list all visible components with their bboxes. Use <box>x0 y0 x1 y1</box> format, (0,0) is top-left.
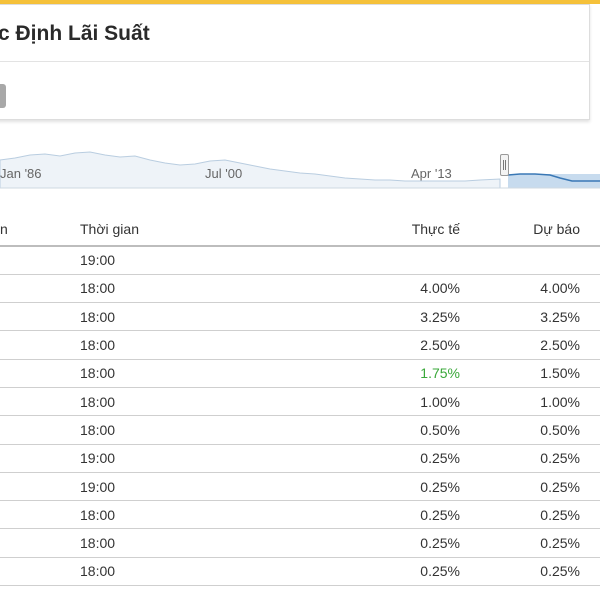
row-date-cell <box>0 302 80 332</box>
row-forecast-cell <box>460 246 580 275</box>
column-header-forecast[interactable]: Dự báo <box>460 213 580 247</box>
row-previous-cell <box>580 246 600 275</box>
row-forecast-cell: 0.25% <box>460 472 580 502</box>
row-actual-cell: 2.50% <box>280 330 460 360</box>
table-row[interactable]: 18:00 4.00% 4.00% <box>0 274 600 304</box>
row-actual-cell: 0.25% <box>280 500 460 530</box>
row-forecast-cell: 1.50% <box>460 359 580 388</box>
navigator-series <box>0 151 600 189</box>
row-forecast-cell: 3.25% <box>460 302 580 332</box>
row-previous-cell <box>580 528 600 558</box>
row-time-cell: 18:00 <box>80 359 280 388</box>
history-table: n Thời gian Thực tế Dự báo 19:00 18:00 4.0… <box>0 213 600 587</box>
history-table-container: n Thời gian Thực tế Dự báo 19:00 18:00 4.0… <box>0 213 600 587</box>
row-forecast-cell: 0.50% <box>460 415 580 445</box>
row-previous-cell <box>580 330 600 360</box>
table-row[interactable]: 18:00 2.50% 2.50% <box>0 330 600 360</box>
row-previous-cell <box>580 302 600 332</box>
row-time-cell: 18:00 <box>80 415 280 445</box>
table-row[interactable]: 18:00 1.75% 1.50% <box>0 359 600 388</box>
column-header-previous <box>580 213 600 247</box>
table-row[interactable]: 19:00 <box>0 246 600 275</box>
row-time-cell: 18:00 <box>80 274 280 304</box>
row-actual-cell: 1.75% <box>280 359 460 388</box>
row-date-cell <box>0 472 80 502</box>
row-time-cell: 19:00 <box>80 444 280 473</box>
row-previous-cell <box>580 444 600 473</box>
row-actual-cell: 0.25% <box>280 444 460 473</box>
row-actual-cell: 3.25% <box>280 302 460 332</box>
row-forecast-cell: 2.50% <box>460 330 580 360</box>
table-row[interactable]: 18:00 1.00% 1.00% <box>0 387 600 417</box>
row-forecast-cell: 4.00% <box>460 274 580 304</box>
row-date-cell <box>0 274 80 304</box>
row-forecast-cell: 0.25% <box>460 557 580 587</box>
row-actual-cell: 0.25% <box>280 557 460 587</box>
row-date-cell <box>0 528 80 558</box>
row-actual-cell: 0.25% <box>280 528 460 558</box>
navigator-range-handle[interactable] <box>500 154 509 176</box>
page-title: c Định Lãi Suất <box>0 22 150 45</box>
table-row[interactable]: 18:00 0.25% 0.25% <box>0 500 600 530</box>
row-time-cell: 18:00 <box>80 500 280 530</box>
row-actual-cell: 0.50% <box>280 415 460 445</box>
table-row[interactable]: 18:00 0.25% 0.25% <box>0 528 600 558</box>
chart-navigator[interactable]: Jan '86 Jul '00 Apr '13 <box>0 128 600 196</box>
row-time-cell: 18:00 <box>80 387 280 417</box>
toolbar-button[interactable] <box>0 84 6 108</box>
row-previous-cell <box>580 472 600 502</box>
navigator-label-jan-86: Jan '86 <box>0 166 42 181</box>
navigator-label-jul-00: Jul '00 <box>205 166 243 181</box>
row-date-cell <box>0 444 80 473</box>
row-previous-cell <box>580 387 600 417</box>
row-previous-cell <box>580 359 600 388</box>
row-date-cell <box>0 359 80 388</box>
row-date-cell <box>0 387 80 417</box>
row-time-cell: 19:00 <box>80 472 280 502</box>
table-row[interactable]: 19:00 0.25% 0.25% <box>0 472 600 502</box>
row-previous-cell <box>580 500 600 530</box>
row-actual-cell: 0.25% <box>280 472 460 502</box>
row-time-cell: 18:00 <box>80 557 280 587</box>
row-forecast-cell: 1.00% <box>460 387 580 417</box>
header-divider <box>0 61 589 62</box>
column-header-actual[interactable]: Thực tế <box>280 213 460 247</box>
table-row[interactable]: 18:00 0.50% 0.50% <box>0 415 600 445</box>
row-actual-cell: 1.00% <box>280 387 460 417</box>
row-previous-cell <box>580 557 600 587</box>
row-time-cell: 18:00 <box>80 302 280 332</box>
table-row[interactable]: 18:00 0.25% 0.25% <box>0 557 600 587</box>
row-actual-cell: 4.00% <box>280 274 460 304</box>
column-header-date[interactable]: n <box>0 213 80 247</box>
header-panel: c Định Lãi Suất <box>0 4 590 120</box>
row-date-cell <box>0 557 80 587</box>
row-date-cell <box>0 246 80 275</box>
row-date-cell <box>0 330 80 360</box>
table-row[interactable]: 18:00 3.25% 3.25% <box>0 302 600 332</box>
row-forecast-cell: 0.25% <box>460 528 580 558</box>
row-date-cell <box>0 415 80 445</box>
column-header-time[interactable]: Thời gian <box>80 213 280 247</box>
table-header-row: n Thời gian Thực tế Dự báo <box>0 213 600 247</box>
row-time-cell: 18:00 <box>80 330 280 360</box>
row-actual-cell <box>280 246 460 275</box>
row-forecast-cell: 0.25% <box>460 500 580 530</box>
navigator-label-apr-13: Apr '13 <box>411 166 452 181</box>
row-date-cell <box>0 500 80 530</box>
table-row[interactable]: 19:00 0.25% 0.25% <box>0 444 600 473</box>
row-forecast-cell: 0.25% <box>460 444 580 473</box>
row-time-cell: 19:00 <box>80 246 280 275</box>
row-previous-cell <box>580 274 600 304</box>
row-time-cell: 18:00 <box>80 528 280 558</box>
row-previous-cell <box>580 415 600 445</box>
